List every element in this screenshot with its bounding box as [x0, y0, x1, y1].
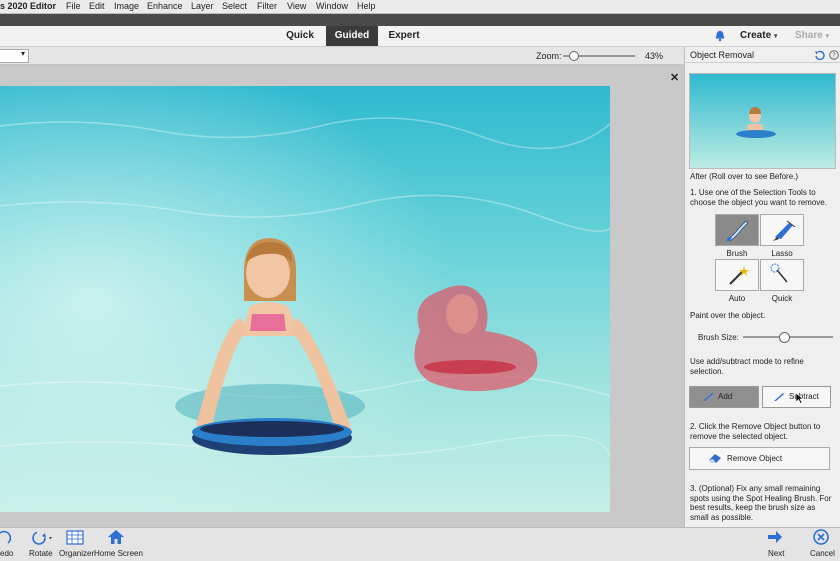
quick-tool-label: Quick [771, 294, 793, 303]
help-icon[interactable]: ? [829, 50, 839, 60]
brush-tool-button[interactable] [715, 214, 759, 246]
lasso-tool-label: Lasso [771, 249, 793, 258]
rotate-icon[interactable] [30, 530, 54, 546]
after-thumbnail[interactable] [689, 73, 836, 169]
title-strip [0, 14, 840, 26]
tab-quick[interactable]: Quick [278, 26, 322, 46]
remove-object-label: Remove Object [727, 454, 783, 463]
rotate-label: Rotate [29, 549, 53, 558]
create-label: Create [740, 30, 772, 41]
tab-guided[interactable]: Guided [326, 26, 378, 46]
menu-filter[interactable]: Filter [257, 0, 277, 13]
menu-view[interactable]: View [287, 0, 306, 13]
next-arrow-icon[interactable] [767, 530, 783, 544]
menu-layer[interactable]: Layer [191, 0, 214, 13]
auto-tool-button[interactable] [715, 259, 759, 291]
lasso-icon [773, 220, 796, 241]
organizer-label: Organizer [59, 549, 95, 558]
quick-selection-icon [770, 263, 788, 283]
auto-tool-label: Auto [728, 294, 746, 303]
mouse-cursor-icon [796, 393, 804, 404]
brush-tool-label: Brush [726, 249, 748, 258]
menu-file[interactable]: File [66, 0, 81, 13]
menu-enhance[interactable]: Enhance [147, 0, 183, 13]
home-icon[interactable] [107, 529, 125, 545]
svg-text:?: ? [832, 52, 836, 60]
redo-label: edo [0, 549, 14, 558]
panel-title: Object Removal [690, 50, 755, 60]
share-label: Share [795, 30, 823, 41]
bell-icon[interactable] [714, 30, 726, 42]
refine-instruction: Use add/subtract mode to refine selectio… [690, 357, 804, 376]
photo-canvas[interactable] [0, 86, 610, 512]
after-text: After (Roll over to see Before.) [690, 172, 799, 181]
share-button[interactable]: Share ▾ [795, 26, 829, 46]
create-button[interactable]: Create ▾ [740, 26, 777, 46]
next-label: Next [768, 549, 785, 558]
magic-wand-icon [729, 266, 749, 285]
brush-size-label: Brush Size: [698, 333, 739, 342]
menu-select[interactable]: Select [222, 0, 247, 13]
panel-divider [685, 62, 840, 63]
brush-size-knob[interactable] [778, 332, 790, 343]
menu-edit[interactable]: Edit [89, 0, 105, 13]
paint-instruction: Paint over the object. [690, 311, 766, 320]
close-icon[interactable]: ✕ [670, 71, 679, 84]
subtract-brush-icon [774, 393, 784, 401]
menu-help[interactable]: Help [357, 0, 376, 13]
step2-text: 2. Click the Remove Object button to rem… [690, 422, 821, 441]
add-brush-icon [703, 393, 713, 401]
tab-expert[interactable]: Expert [382, 26, 426, 46]
zoom-label: Zoom: [536, 51, 562, 61]
dropdown-chevron-icon: ▾ [20, 49, 25, 58]
lasso-tool-button[interactable] [760, 214, 804, 246]
add-label: Add [718, 392, 733, 401]
create-chevron-icon: ▾ [773, 33, 778, 40]
menu-window[interactable]: Window [316, 0, 348, 13]
quick-tool-button[interactable] [760, 259, 804, 291]
zoom-slider-knob[interactable] [568, 51, 579, 61]
menu-image[interactable]: Image [114, 0, 139, 13]
cancel-icon[interactable] [813, 529, 829, 545]
reset-icon[interactable] [814, 50, 825, 60]
step1-text: 1. Use one of the Selection Tools to cho… [690, 188, 827, 207]
view-dropdown[interactable]: ▾ [0, 49, 29, 63]
remove-object-button[interactable]: Remove Object [689, 447, 830, 470]
home-screen-label: Home Screen [94, 549, 143, 558]
mac-menubar: s 2020 Editor File Edit Image Enhance La… [0, 0, 840, 14]
brush-icon [726, 220, 749, 242]
organizer-icon[interactable] [66, 530, 84, 545]
share-chevron-icon: ▾ [825, 33, 830, 40]
redo-icon[interactable] [0, 530, 12, 546]
eraser-icon [709, 454, 721, 463]
zoom-value: 43% [645, 51, 664, 61]
cancel-label: Cancel [810, 549, 835, 558]
add-mode-button[interactable]: Add [689, 386, 759, 408]
app-title: s 2020 Editor [0, 1, 57, 11]
step3-text: 3. (Optional) Fix any small remaining sp… [690, 484, 832, 522]
